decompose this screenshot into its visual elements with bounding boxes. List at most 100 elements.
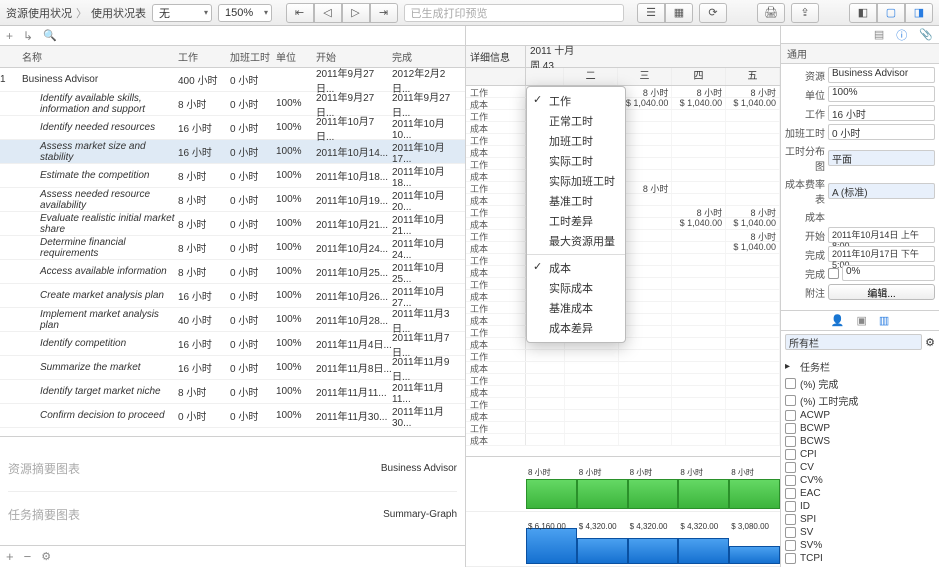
- menu-item[interactable]: 最大资源用量: [527, 231, 625, 251]
- dist-field[interactable]: 平面: [828, 150, 935, 166]
- col-ot[interactable]: 加班工时: [230, 49, 276, 64]
- checkbox[interactable]: [785, 423, 796, 434]
- checkbox[interactable]: [785, 527, 796, 538]
- doc-tab-icon[interactable]: ▤: [874, 28, 884, 41]
- menu-item[interactable]: 基准成本: [527, 298, 625, 318]
- cols-tab3-icon[interactable]: ▥: [879, 314, 889, 327]
- breadcrumb-1[interactable]: 资源使用状况: [6, 5, 72, 21]
- columns-select[interactable]: 所有栏: [785, 334, 922, 350]
- col-work[interactable]: 工作: [178, 49, 230, 64]
- list-view-button[interactable]: ☰: [637, 3, 665, 23]
- first-button[interactable]: ⇤: [286, 3, 314, 23]
- share-button[interactable]: ⇪: [791, 3, 819, 23]
- column-item[interactable]: TCPI: [783, 552, 937, 565]
- clip-tab-icon[interactable]: 📎: [919, 28, 933, 41]
- menu-item[interactable]: 基准工时: [527, 191, 625, 211]
- menu-item[interactable]: 实际工时: [527, 151, 625, 171]
- menu-item[interactable]: 成本: [527, 258, 625, 278]
- checkbox[interactable]: [785, 378, 796, 389]
- work-field[interactable]: 16 小时: [828, 105, 935, 121]
- refresh-button[interactable]: ⟳: [699, 3, 727, 23]
- panel-right-button[interactable]: ◨: [905, 3, 933, 23]
- table-row[interactable]: Assess market size and stability16 小时0 小…: [0, 140, 465, 164]
- menu-item[interactable]: 工时差异: [527, 211, 625, 231]
- checkbox[interactable]: [785, 436, 796, 447]
- start-field[interactable]: 2011年10月14日 上午8:00: [828, 227, 935, 243]
- column-item[interactable]: ▸任务栏: [783, 358, 937, 375]
- checkbox[interactable]: [785, 475, 796, 486]
- column-item[interactable]: (%) 完成: [783, 375, 937, 392]
- col-start[interactable]: 开始: [316, 49, 392, 64]
- next-button[interactable]: ▷: [342, 3, 370, 23]
- checkbox[interactable]: [785, 540, 796, 551]
- checkbox[interactable]: [785, 449, 796, 460]
- table-row[interactable]: Identify target market niche8 小时0 小时100%…: [0, 380, 465, 404]
- table-row[interactable]: Access available information8 小时0 小时100%…: [0, 260, 465, 284]
- table-row[interactable]: Summarize the market16 小时0 小时100%2011年11…: [0, 356, 465, 380]
- remove-icon[interactable]: −: [24, 549, 32, 564]
- table-row[interactable]: Determine financial requirements8 小时0 小时…: [0, 236, 465, 260]
- last-button[interactable]: ⇥: [370, 3, 398, 23]
- column-item[interactable]: SV: [783, 526, 937, 539]
- menu-item[interactable]: 工作: [527, 91, 625, 111]
- menu-item[interactable]: 成本差异: [527, 318, 625, 338]
- columns-gear-icon[interactable]: ⚙: [925, 336, 935, 349]
- filter-select[interactable]: 无: [152, 4, 212, 22]
- indent-icon[interactable]: ↳: [23, 29, 33, 43]
- column-item[interactable]: BCWS: [783, 435, 937, 448]
- info-tab-icon[interactable]: ⓘ: [896, 27, 907, 43]
- column-item[interactable]: SV%: [783, 539, 937, 552]
- panel-left-button[interactable]: ◧: [849, 3, 877, 23]
- menu-item[interactable]: 正常工时: [527, 111, 625, 131]
- table-row[interactable]: Identify available skills, information a…: [0, 92, 465, 116]
- menu-item[interactable]: 加班工时: [527, 131, 625, 151]
- column-item[interactable]: CV: [783, 461, 937, 474]
- checkbox[interactable]: [785, 395, 796, 406]
- column-item[interactable]: BCWP: [783, 422, 937, 435]
- checkbox[interactable]: [785, 514, 796, 525]
- ot-field[interactable]: 0 小时: [828, 124, 935, 140]
- search-icon[interactable]: 🔍: [43, 29, 57, 42]
- menu-item[interactable]: 实际成本: [527, 278, 625, 298]
- resource-field[interactable]: Business Advisor: [828, 67, 935, 83]
- checkbox[interactable]: [785, 410, 796, 421]
- col-unit[interactable]: 单位: [276, 49, 316, 64]
- col-end[interactable]: 完成: [392, 49, 462, 64]
- search-input[interactable]: 已生成打印预览: [404, 4, 624, 22]
- col-name[interactable]: 名称: [18, 49, 178, 64]
- unit-field[interactable]: 100%: [828, 86, 935, 102]
- detail-header[interactable]: 详细信息: [466, 46, 526, 67]
- edit-button[interactable]: 编辑...: [828, 284, 935, 300]
- table-row[interactable]: Assess needed resource availability8 小时0…: [0, 188, 465, 212]
- zoom-select[interactable]: 150%: [218, 4, 272, 22]
- prev-button[interactable]: ◁: [314, 3, 342, 23]
- checkbox[interactable]: [785, 553, 796, 564]
- breadcrumb-2[interactable]: 使用状况表: [91, 5, 146, 21]
- column-item[interactable]: EAC: [783, 487, 937, 500]
- rate-field[interactable]: A (标准): [828, 183, 935, 199]
- table-row[interactable]: Confirm decision to proceed0 小时0 小时100%2…: [0, 404, 465, 428]
- table-row[interactable]: Identify needed resources16 小时0 小时100%20…: [0, 116, 465, 140]
- checkbox[interactable]: [785, 462, 796, 473]
- cols-tab2-icon[interactable]: ▣: [856, 314, 866, 327]
- table-row[interactable]: Estimate the competition8 小时0 小时100%2011…: [0, 164, 465, 188]
- panel-mid-button[interactable]: ▢: [877, 3, 905, 23]
- add-row-icon[interactable]: +: [6, 29, 13, 43]
- column-item[interactable]: CPI: [783, 448, 937, 461]
- settings-icon[interactable]: ⚙: [41, 550, 51, 563]
- calendar-view-button[interactable]: ▦: [665, 3, 693, 23]
- column-item[interactable]: ACWP: [783, 409, 937, 422]
- table-row[interactable]: Evaluate realistic initial market share8…: [0, 212, 465, 236]
- done-field[interactable]: 0%: [842, 265, 935, 281]
- done-checkbox[interactable]: [828, 268, 839, 279]
- end-field[interactable]: 2011年10月17日 下午5:00: [828, 246, 935, 262]
- column-item[interactable]: CV%: [783, 474, 937, 487]
- checkbox[interactable]: [785, 488, 796, 499]
- add-icon[interactable]: +: [6, 549, 14, 564]
- menu-item[interactable]: 实际加班工时: [527, 171, 625, 191]
- print-button[interactable]: 🖨: [757, 3, 785, 23]
- cols-tab1-icon[interactable]: 👤: [831, 314, 845, 327]
- column-item[interactable]: ID: [783, 500, 937, 513]
- checkbox[interactable]: [785, 501, 796, 512]
- column-item[interactable]: SPI: [783, 513, 937, 526]
